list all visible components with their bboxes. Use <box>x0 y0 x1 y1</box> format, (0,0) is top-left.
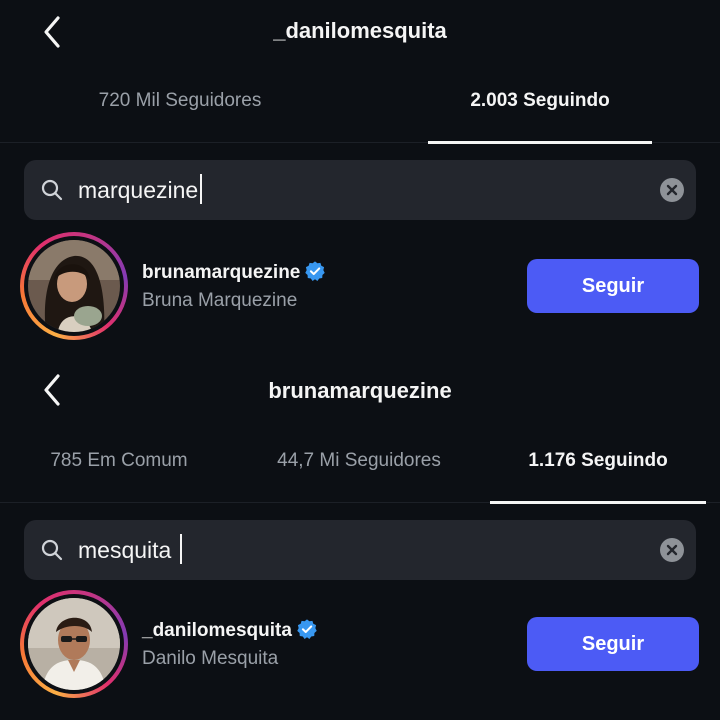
list-item[interactable]: brunamarquezine Bruna Marquezine Seguir <box>0 232 720 344</box>
result-full-name: Danilo Mesquita <box>142 648 279 669</box>
header: _danilomesquita <box>0 0 720 70</box>
text-cursor <box>179 534 182 564</box>
story-ring <box>20 232 128 340</box>
close-icon <box>666 184 678 196</box>
clear-search-button[interactable] <box>660 178 684 202</box>
search-input[interactable]: mesquita <box>24 520 696 580</box>
clear-search-button[interactable] <box>660 538 684 562</box>
avatar[interactable] <box>28 598 120 690</box>
search-query: mesquita <box>78 537 172 563</box>
text-cursor <box>200 174 203 204</box>
tab-mutual[interactable]: 785 Em Comum <box>20 450 218 502</box>
verified-badge-icon <box>297 619 317 639</box>
username-text: brunamarquezine <box>142 262 301 283</box>
avatar[interactable] <box>28 240 120 332</box>
following-panel-danilo: _danilomesquita 720 Mil Seguidores 2.003… <box>0 0 720 360</box>
search-query-wrap: marquezine <box>78 174 203 204</box>
active-tab-indicator <box>428 141 652 144</box>
tab-label: 785 Em Comum <box>50 450 188 471</box>
tab-bar: 720 Mil Seguidores 2.003 Seguindo <box>0 78 720 144</box>
tab-following[interactable]: 2.003 Seguindo <box>428 90 652 144</box>
follow-button[interactable]: Seguir <box>527 617 699 671</box>
search-icon <box>41 539 63 561</box>
follow-button-label: Seguir <box>581 274 645 297</box>
follow-button-label: Seguir <box>581 632 645 655</box>
story-ring <box>20 590 128 698</box>
header: brunamarquezine <box>0 360 720 430</box>
tab-label: 1.176 Seguindo <box>528 450 668 471</box>
following-panel-bruna: brunamarquezine 785 Em Comum 44,7 Mi Seg… <box>0 360 720 720</box>
active-tab-indicator <box>490 501 706 504</box>
page-title: _danilomesquita <box>273 18 447 43</box>
tab-following[interactable]: 1.176 Seguindo <box>490 450 706 504</box>
result-username[interactable]: brunamarquezine <box>142 260 326 284</box>
username-text: _danilomesquita <box>142 620 292 641</box>
tab-label: 44,7 Mi Seguidores <box>277 450 441 471</box>
follow-button[interactable]: Seguir <box>527 259 699 313</box>
search-query-wrap: mesquita <box>78 534 182 564</box>
result-username[interactable]: _danilomesquita <box>142 618 318 642</box>
tab-label: 720 Mil Seguidores <box>98 90 262 111</box>
search-query: marquezine <box>78 177 199 203</box>
tab-label: 2.003 Seguindo <box>470 90 610 111</box>
page-title: brunamarquezine <box>268 378 452 403</box>
search-input[interactable]: marquezine <box>24 160 696 220</box>
tab-bar: 785 Em Comum 44,7 Mi Seguidores 1.176 Se… <box>0 438 720 504</box>
list-item[interactable]: _danilomesquita Danilo Mesquita Seguir <box>0 590 720 702</box>
tab-followers[interactable]: 44,7 Mi Seguidores <box>246 450 472 502</box>
avatar-photo <box>28 240 120 332</box>
result-full-name: Bruna Marquezine <box>142 290 298 311</box>
avatar-photo <box>28 598 120 690</box>
close-icon <box>666 544 678 556</box>
search-icon <box>41 179 63 201</box>
tab-followers[interactable]: 720 Mil Seguidores <box>40 90 320 142</box>
verified-badge-icon <box>305 261 326 281</box>
